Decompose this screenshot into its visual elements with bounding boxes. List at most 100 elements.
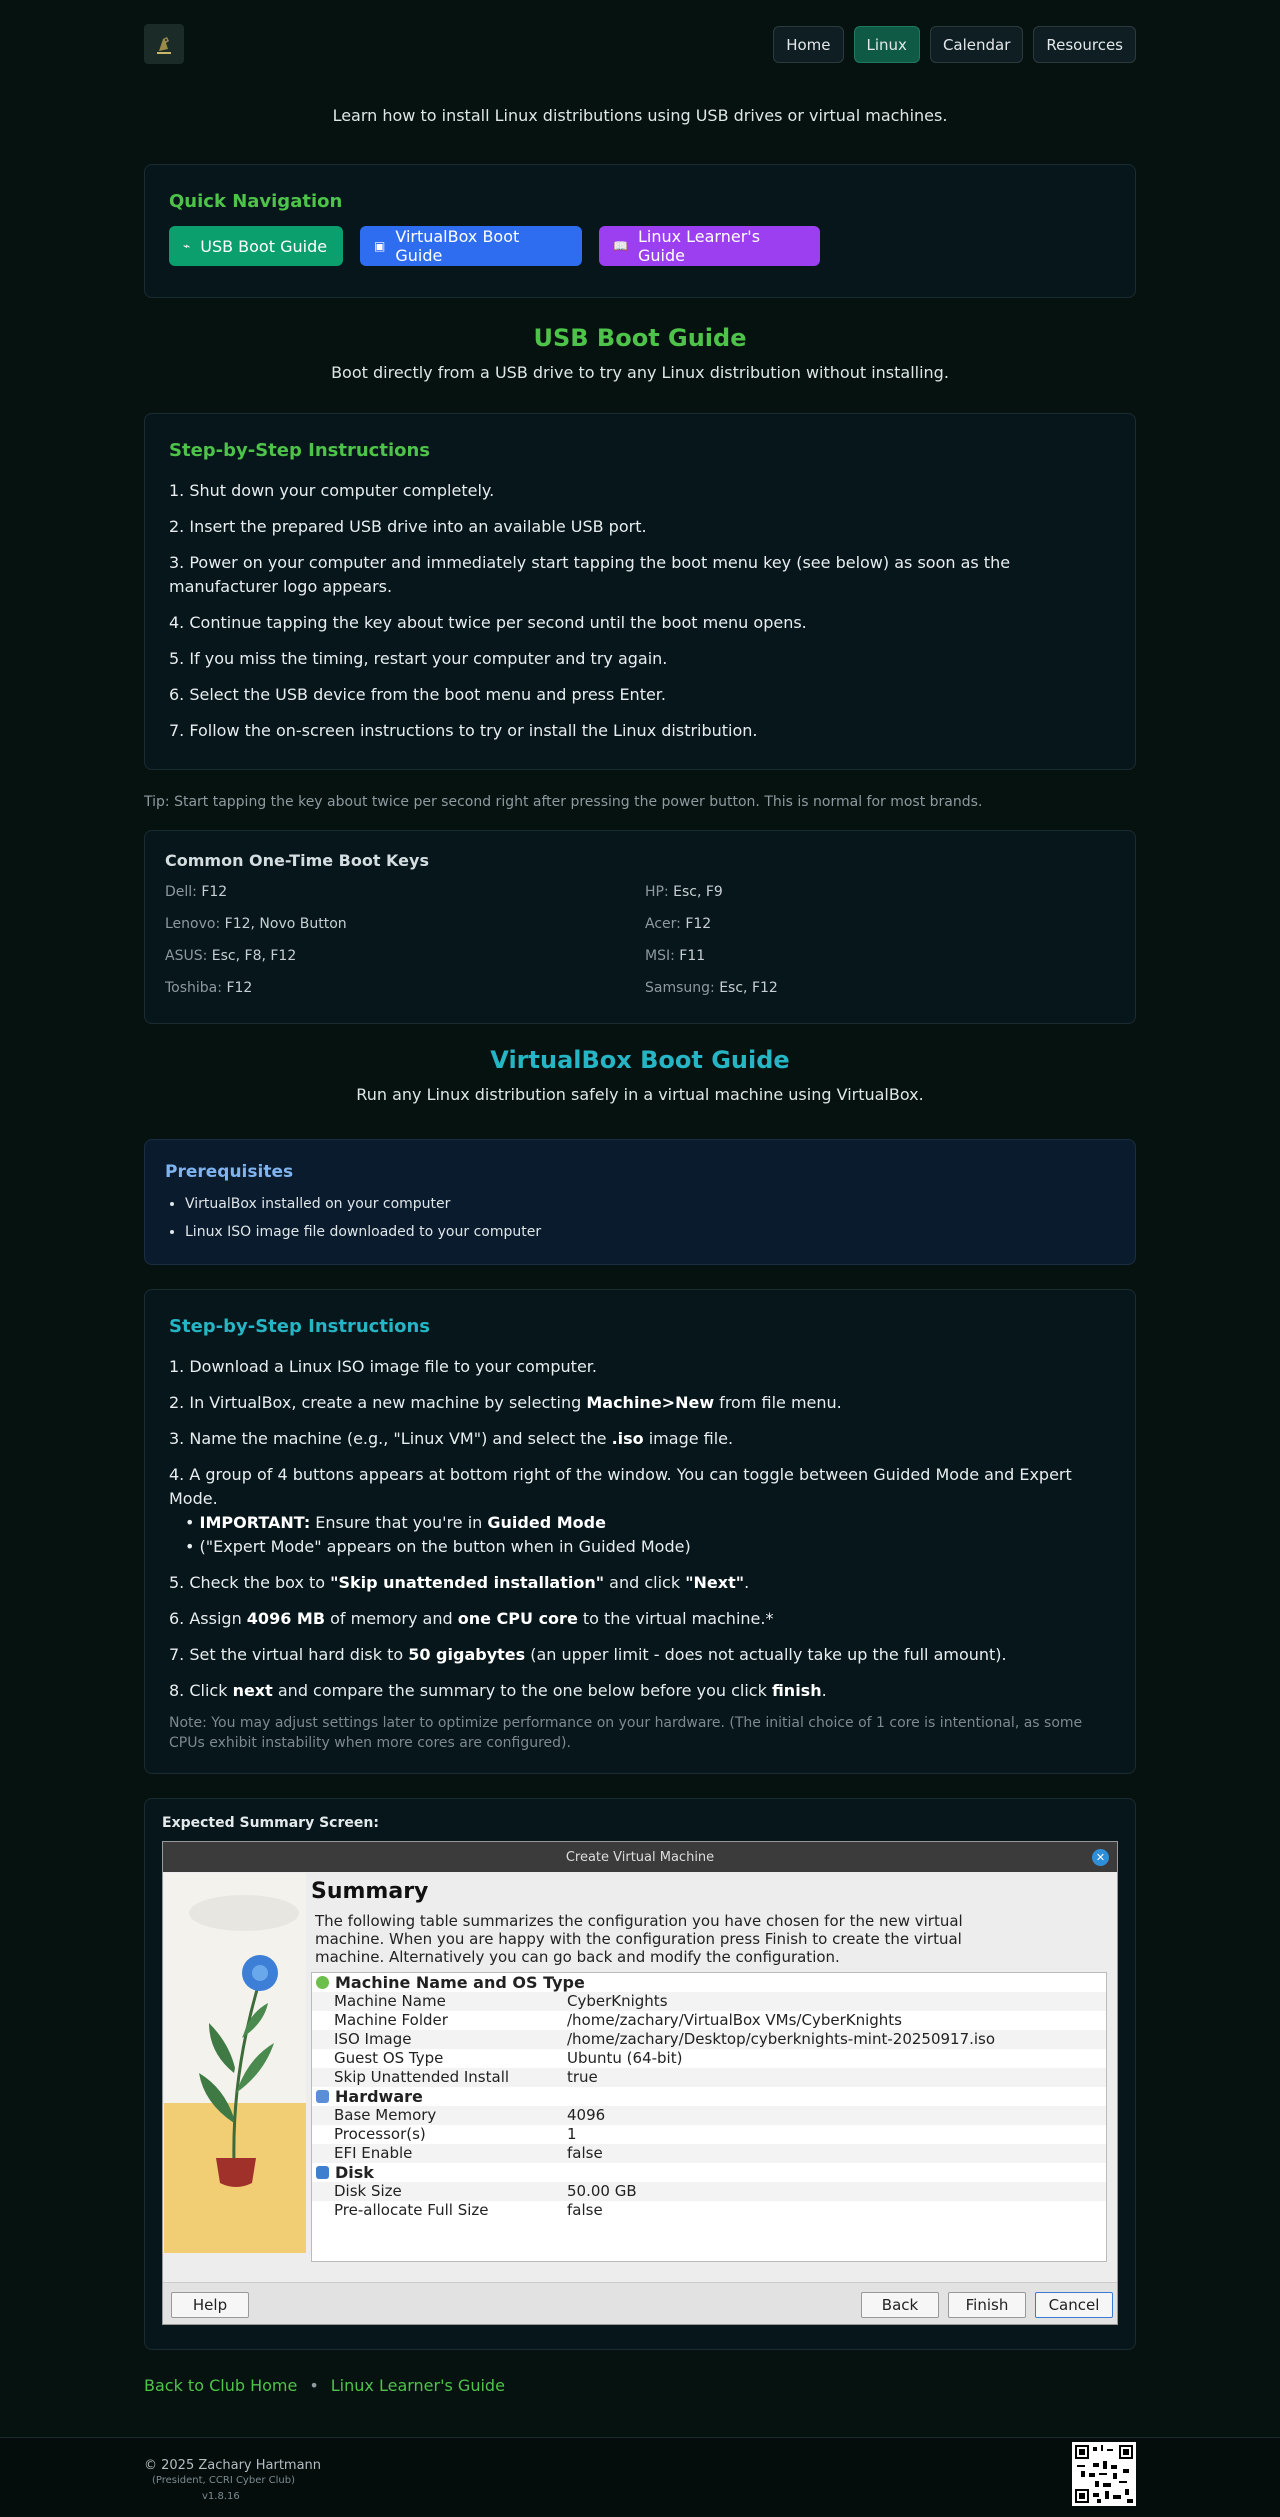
finish-button[interactable]: Finish [948, 2292, 1026, 2318]
dialog-main: Summary The following table summarizes t… [311, 1873, 1111, 2262]
vbox-note: Note: You may adjust settings later to o… [169, 1715, 1083, 1751]
table-row: Disk Size 50.00 GB [312, 2182, 1106, 2201]
book-icon: 📖 [613, 239, 628, 253]
os-type-icon [316, 1976, 329, 1989]
vbox-step: 8. Click next and compare the summary to… [169, 1681, 827, 1700]
help-button[interactable]: Help [171, 2292, 249, 2318]
summary-heading: Summary [311, 1879, 429, 1904]
table-row: Processor(s) 1 [334, 2125, 577, 2143]
learner-guide-button[interactable]: 📖 Linux Learner's Guide [599, 226, 820, 266]
boot-key-item: Acer: F12 [645, 916, 712, 932]
summary-screen-label: Expected Summary Screen: [162, 1815, 379, 1831]
summary-table: Machine Name and OS Type Machine Name Cyb… [311, 1972, 1107, 2262]
vbox-step-subitem: • IMPORTANT: Ensure that you're in Guide… [185, 1513, 606, 1532]
usb-guide-button[interactable]: ⌁ USB Boot Guide [169, 226, 343, 266]
vbox-step: 4. A group of 4 buttons appears at botto… [169, 1463, 1111, 1559]
cube-icon: ▣ [374, 239, 386, 253]
qr-code-icon[interactable] [1072, 2442, 1136, 2506]
vbox-step-subitem: • ("Expert Mode" appears on the button w… [185, 1537, 691, 1556]
table-row: ISO Image/home/zachary/Desktop/cyberknig… [312, 2030, 1106, 2049]
prerequisite-item: Linux ISO image file downloaded to your … [185, 1222, 1115, 1242]
close-icon[interactable]: ✕ [1092, 1849, 1109, 1866]
usb-step: 7. Follow the on-screen instructions to … [169, 721, 758, 740]
usb-steps-title: Step-by-Step Instructions [169, 440, 431, 461]
usb-guide-label: USB Boot Guide [200, 236, 328, 256]
disk-icon [316, 2166, 329, 2179]
boot-key-item: MSI: F11 [645, 948, 706, 964]
hardware-icon [316, 2090, 329, 2103]
nav-home[interactable]: Home [773, 26, 844, 63]
virtualbox-guide-button[interactable]: ▣ VirtualBox Boot Guide [360, 226, 582, 266]
vbox-step: 6. Assign 4096 MB of memory and one CPU … [169, 1609, 774, 1628]
vbox-step: 1. Download a Linux ISO image file to yo… [169, 1357, 597, 1376]
version-text: v1.8.16 [202, 2491, 240, 2502]
cancel-button[interactable]: Cancel [1035, 2292, 1113, 2318]
boot-key-item: Toshiba: F12 [165, 980, 253, 996]
summary-description: The following table summarizes the confi… [315, 1912, 963, 1966]
main-nav: Home Linux Calendar Resources [773, 26, 1136, 63]
table-row: Skip Unattended Install true [312, 2068, 1106, 2087]
usb-step: 2. Insert the prepared USB drive into an… [169, 517, 647, 536]
usb-step: 1. Shut down your computer completely. [169, 481, 495, 500]
usb-section-title: USB Boot Guide [533, 324, 747, 352]
page-links: Back to Club Home • Linux Learner's Guid… [144, 2376, 1136, 2400]
prerequisite-item: VirtualBox installed on your computer [185, 1194, 1115, 1214]
boot-tip: Tip: Start tapping the key about twice p… [144, 794, 983, 810]
copyright-text: © 2025 Zachary Hartmann [144, 2458, 322, 2473]
boot-keys-card: Common One-Time Boot Keys Dell: F12 HP: … [144, 830, 1136, 1024]
usb-step: 6. Select the USB device from the boot m… [169, 685, 666, 704]
back-button[interactable]: Back [861, 2292, 939, 2318]
nav-resources[interactable]: Resources [1033, 26, 1136, 63]
table-row: Pre-allocate Full Size false [334, 2201, 603, 2219]
table-row: Guest OS Type Ubuntu (64-bit) [334, 2049, 683, 2067]
vbox-step: 2. In VirtualBox, create a new machine b… [169, 1393, 842, 1412]
boot-key-item: Lenovo: F12, Novo Button [165, 916, 347, 932]
vbox-steps-title: Step-by-Step Instructions [169, 1316, 431, 1337]
create-vm-dialog: Create Virtual Machine ✕ Summary The fol… [162, 1841, 1118, 2325]
boot-key-item: Dell: F12 [165, 884, 228, 900]
learner-guide-label: Linux Learner's Guide [637, 227, 761, 265]
prerequisites-title: Prerequisites [165, 1162, 294, 1182]
usb-step: 4. Continue tapping the key about twice … [169, 613, 807, 632]
vbox-step: 5. Check the box to "Skip unattended ins… [169, 1573, 750, 1592]
link-separator: • [309, 2376, 319, 2395]
vbox-steps-card: Step-by-Step Instructions 1. Download a … [144, 1289, 1136, 1774]
nav-linux[interactable]: Linux [853, 26, 920, 63]
vbox-section-subtitle: Run any Linux distribution safely in a v… [356, 1085, 924, 1104]
vbox-step: 3. Name the machine (e.g., "Linux VM") a… [169, 1429, 734, 1448]
table-row: Base Memory 4096 [312, 2106, 1106, 2125]
flower-illustration-icon [164, 1895, 306, 2253]
table-group-row: Hardware [312, 2087, 1106, 2106]
virtualbox-guide-label: VirtualBox Boot Guide [395, 227, 520, 265]
learner-guide-link[interactable]: Linux Learner's Guide [331, 2376, 505, 2400]
dialog-footer: Help Back Finish Cancel [163, 2282, 1117, 2324]
usb-steps-card: Step-by-Step Instructions 1. Shut down y… [144, 413, 1136, 770]
table-row: Machine Name CyberKnights [312, 1992, 1106, 2011]
nav-calendar[interactable]: Calendar [929, 26, 1024, 63]
table-group-row: Disk [312, 2163, 1106, 2182]
dialog-title: Create Virtual Machine [565, 1849, 715, 1865]
table-row: Machine Folder/home/zachary/VirtualBox V… [334, 2011, 902, 2029]
table-row: EFI Enable false [312, 2144, 1106, 2163]
boot-keys-title: Common One-Time Boot Keys [165, 851, 429, 870]
quick-nav-title: Quick Navigation [169, 191, 343, 212]
usb-step: 3. Power on your computer and immediatel… [169, 553, 1011, 596]
author-role: (President, CCRI Cyber Club) [152, 2475, 295, 2486]
boot-key-item: Samsung: Esc, F12 [645, 980, 778, 996]
table-group-row: Machine Name and OS Type [312, 1973, 1106, 1992]
boot-key-item: HP: Esc, F9 [645, 884, 723, 900]
usb-step: 5. If you miss the timing, restart your … [169, 649, 668, 668]
page-footer: © 2025 Zachary Hartmann (President, CCRI… [0, 2437, 1280, 2516]
summary-screen-card: Expected Summary Screen: Create Virtual … [144, 1798, 1136, 2350]
page-intro: Learn how to install Linux distributions… [332, 106, 948, 125]
back-to-home-link[interactable]: Back to Club Home [144, 2376, 297, 2400]
boot-key-item: ASUS: Esc, F8, F12 [165, 948, 297, 964]
header: Home Linux Calendar Resources [144, 0, 1136, 88]
knight-logo-icon [157, 37, 171, 54]
usb-section-subtitle: Boot directly from a USB drive to try an… [331, 363, 949, 382]
vbox-section-title: VirtualBox Boot Guide [490, 1046, 790, 1074]
vbox-step: 7. Set the virtual hard disk to 50 gigab… [169, 1645, 1007, 1664]
prerequisites-card: Prerequisites VirtualBox installed on yo… [144, 1139, 1136, 1265]
club-logo[interactable] [144, 24, 184, 64]
wizard-illustration [164, 1873, 306, 2253]
